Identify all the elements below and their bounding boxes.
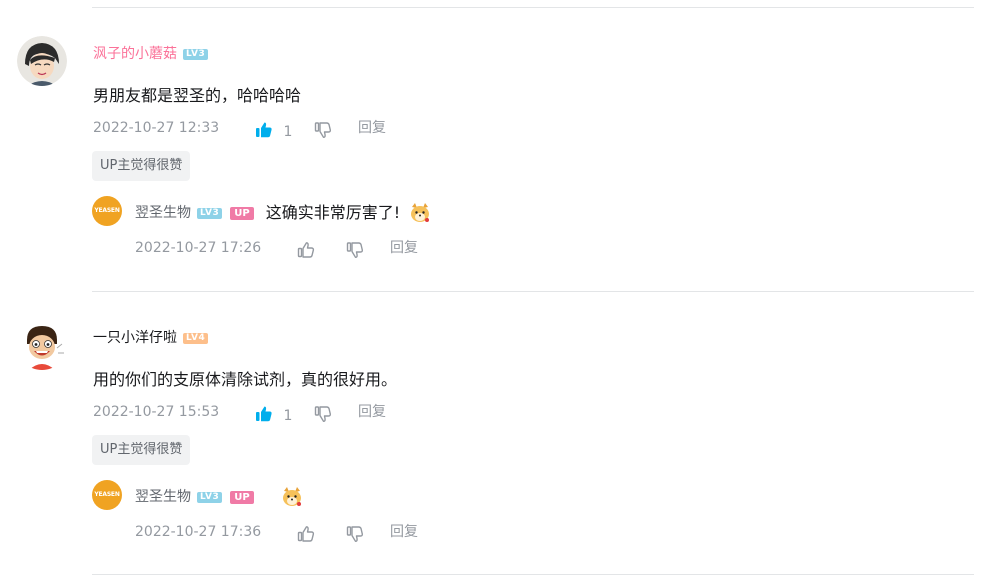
reply-username[interactable]: 翌圣生物: [135, 205, 191, 221]
up-liked-tag: UP主觉得很赞: [92, 151, 191, 181]
up-liked-tag: UP主觉得很赞: [92, 435, 191, 465]
reply-button[interactable]: 回复: [390, 238, 418, 258]
level-badge: LV3: [183, 48, 209, 60]
dislike-button[interactable]: [314, 118, 332, 142]
comment-divider: [92, 291, 974, 292]
user-avatar[interactable]: [17, 320, 67, 370]
like-button[interactable]: [297, 522, 315, 546]
dog-emote-icon: [411, 203, 430, 222]
thumbs-up-outline-icon: [297, 242, 315, 258]
up-badge: UP: [230, 206, 254, 220]
level-badge: LV3: [197, 207, 223, 219]
reply-avatar[interactable]: YEASEN: [92, 196, 122, 226]
comment-time: 2022-10-27 12:33: [93, 120, 220, 136]
comment-time: 2022-10-27 15:53: [93, 404, 220, 420]
dog-emote-icon: [282, 487, 301, 506]
username-text[interactable]: 一只小洋仔啦: [93, 330, 177, 346]
reply-time: 2022-10-27 17:36: [135, 524, 262, 540]
thumbs-up-filled-icon: [256, 122, 272, 138]
level-badge: LV4: [183, 332, 209, 344]
reply-header: 翌圣生物 LV3 UP 这确实非常厉害了!: [135, 201, 432, 225]
thumbs-down-icon: [314, 122, 332, 139]
dislike-button[interactable]: [346, 522, 364, 546]
comment-username[interactable]: 一只小洋仔啦 LV4: [93, 328, 209, 348]
thumbs-up-outline-icon: [297, 526, 315, 542]
reply-avatar[interactable]: YEASEN: [92, 480, 122, 510]
comment-username[interactable]: 沨子的小蘑菇 LV3: [93, 44, 209, 64]
reply-header: 翌圣生物 LV3 UP: [135, 485, 304, 509]
comment-content: 男朋友都是翌圣的，哈哈哈哈: [93, 86, 302, 105]
dislike-button[interactable]: [314, 402, 332, 426]
reply-time: 2022-10-27 17:26: [135, 240, 262, 256]
top-divider: [92, 7, 974, 8]
reply-text: 这确实非常厉害了!: [265, 203, 401, 222]
reply-button[interactable]: 回复: [358, 402, 386, 422]
username-text[interactable]: 沨子的小蘑菇: [93, 46, 177, 62]
comment-content: 用的你们的支原体清除试剂，真的很好用。: [93, 370, 398, 389]
like-button[interactable]: 1: [255, 118, 292, 142]
up-badge: UP: [230, 490, 254, 504]
reply-button[interactable]: 回复: [358, 118, 386, 138]
thumbs-down-icon: [314, 406, 332, 423]
user-avatar[interactable]: [17, 36, 67, 86]
like-count: 1: [283, 124, 293, 140]
thumbs-down-icon: [346, 242, 364, 259]
level-badge: LV3: [197, 491, 223, 503]
like-button[interactable]: 1: [255, 402, 292, 426]
thumbs-up-filled-icon: [256, 406, 272, 422]
reply-username[interactable]: 翌圣生物: [135, 489, 191, 505]
like-button[interactable]: [297, 238, 315, 262]
reply-button[interactable]: 回复: [390, 522, 418, 542]
dislike-button[interactable]: [346, 238, 364, 262]
thumbs-down-icon: [346, 526, 364, 543]
like-count: 1: [283, 408, 293, 424]
